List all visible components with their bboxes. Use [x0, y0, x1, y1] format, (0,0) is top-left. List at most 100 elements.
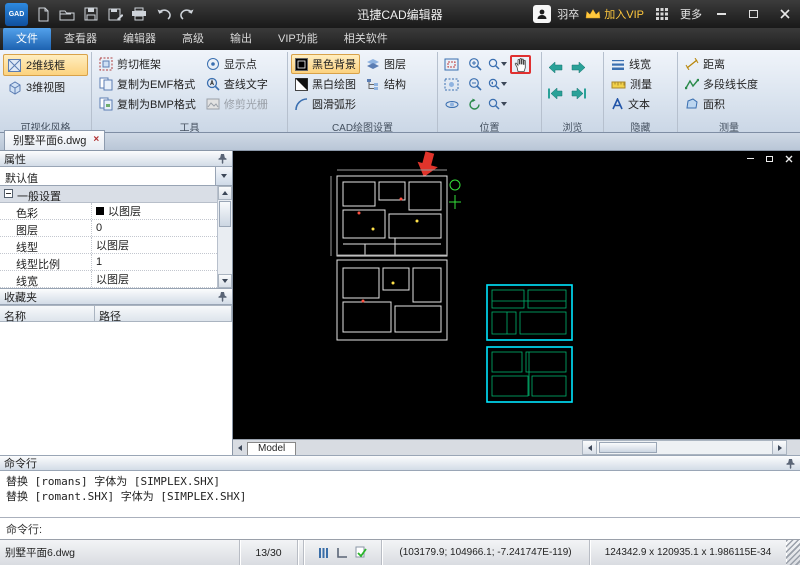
property-row-linetype-scale[interactable]: 线型比例 1: [0, 254, 217, 271]
save-button[interactable]: [79, 3, 103, 25]
tab-file[interactable]: 文件: [3, 27, 51, 50]
tab-advanced[interactable]: 高级: [169, 27, 217, 50]
mdi-restore-button[interactable]: [762, 152, 777, 165]
zoom-in-button[interactable]: [464, 55, 485, 74]
save-as-button[interactable]: [103, 3, 127, 25]
tab-related-software[interactable]: 相关软件: [331, 27, 401, 50]
collapse-icon[interactable]: [4, 189, 13, 198]
polyline-length-button[interactable]: 多段线长度: [681, 74, 777, 94]
tab-scroll-left-icon[interactable]: [233, 440, 247, 455]
black-background-button[interactable]: 黑色背景: [291, 54, 360, 74]
tab-output[interactable]: 输出: [217, 27, 265, 50]
apps-grid-button[interactable]: [650, 3, 674, 25]
property-group-row[interactable]: 一般设置: [0, 186, 217, 203]
pin-icon[interactable]: [785, 458, 796, 469]
pin-icon[interactable]: [217, 291, 228, 302]
smooth-arc-button[interactable]: 圆滑弧形: [291, 94, 360, 114]
scroll-down-button[interactable]: [218, 274, 232, 288]
layers-button[interactable]: 图层: [362, 54, 410, 74]
2d-wireframe-button[interactable]: 2维线框: [3, 54, 88, 76]
username-label[interactable]: 羽卒: [557, 6, 579, 22]
dropdown-button[interactable]: [215, 167, 232, 185]
zoom-window-button[interactable]: [441, 55, 462, 74]
zoom-out-button[interactable]: [464, 75, 485, 94]
trim-raster-button[interactable]: 修剪光栅: [202, 94, 272, 114]
tab-editor[interactable]: 编辑器: [110, 27, 169, 50]
ortho-icon[interactable]: [336, 547, 348, 559]
regen-button[interactable]: [464, 95, 485, 114]
scroll-right-button[interactable]: [772, 440, 787, 455]
join-vip-button[interactable]: 加入VIP: [585, 6, 644, 22]
scroll-left-button[interactable]: [582, 440, 597, 455]
zoom-previous-icon: [488, 78, 500, 90]
property-grid: 一般设置 色彩 以图层 图层 0 线型 以图层 线型比例 1 线宽 以图层: [0, 186, 232, 289]
line-width-button[interactable]: 线宽: [607, 54, 674, 74]
bw-drawing-label: 黑白绘图: [312, 79, 356, 91]
next-view-button[interactable]: [568, 58, 589, 77]
zoom-extents-button[interactable]: [441, 75, 462, 94]
snap-bars-icon[interactable]: [318, 547, 329, 559]
scroll-up-button[interactable]: [218, 186, 232, 200]
favorites-col-name[interactable]: 名称: [0, 305, 95, 323]
minimize-button[interactable]: [708, 3, 734, 25]
view-3d-orbit-button[interactable]: [441, 95, 462, 114]
clip-frame-button[interactable]: 剪切框架: [95, 54, 200, 74]
undo-button[interactable]: [151, 3, 175, 25]
open-file-button[interactable]: [55, 3, 79, 25]
mdi-minimize-button[interactable]: [743, 152, 758, 165]
more-button[interactable]: 更多: [680, 6, 702, 22]
text-toggle-button[interactable]: 文本: [607, 94, 674, 114]
pin-icon[interactable]: [217, 153, 228, 164]
document-tab[interactable]: 别墅平面6.dwg ×: [4, 130, 106, 150]
line-width-icon: [612, 59, 624, 70]
regen-check-icon[interactable]: [355, 546, 367, 559]
copy-emf-button[interactable]: 复制为EMF格式: [95, 74, 200, 94]
horizontal-scrollbar[interactable]: [582, 440, 787, 455]
resize-grip[interactable]: [786, 540, 800, 565]
measure-toggle-button[interactable]: 测量: [607, 74, 674, 94]
pan-button[interactable]: [510, 54, 531, 74]
property-selector-dropdown[interactable]: 默认值: [0, 167, 232, 186]
copy-bmp-button[interactable]: 复制为BMP格式: [95, 94, 200, 114]
maximize-button[interactable]: [740, 3, 766, 25]
bw-drawing-button[interactable]: 黑白绘图: [291, 74, 360, 94]
close-icon: [785, 155, 792, 162]
zoom-previous-button[interactable]: [487, 75, 508, 94]
find-text-button[interactable]: 查线文字: [202, 74, 272, 94]
user-avatar[interactable]: [533, 5, 552, 23]
zoom-scale-button[interactable]: [487, 95, 508, 114]
show-points-button[interactable]: 显示点: [202, 54, 272, 74]
orbit-icon: [445, 100, 458, 108]
property-row-color[interactable]: 色彩 以图层: [0, 203, 217, 220]
tab-viewer[interactable]: 查看器: [51, 27, 110, 50]
favorites-col-path[interactable]: 路径: [95, 305, 232, 323]
3d-view-button[interactable]: 3维视图: [3, 76, 88, 98]
command-input[interactable]: [48, 518, 800, 539]
print-button[interactable]: [127, 3, 151, 25]
tab-vip-features[interactable]: VIP功能: [265, 27, 331, 50]
property-row-linetype[interactable]: 线型 以图层: [0, 237, 217, 254]
previous-view-button[interactable]: [545, 58, 566, 77]
zoom-options-button[interactable]: [487, 55, 508, 74]
area-button[interactable]: 面积: [681, 94, 777, 114]
property-row-lineweight[interactable]: 线宽 以图层: [0, 271, 217, 288]
last-page-button[interactable]: [568, 84, 589, 103]
document-close-icon[interactable]: ×: [93, 135, 99, 145]
model-tab[interactable]: Model: [247, 442, 297, 455]
scrollbar-thumb[interactable]: [219, 201, 231, 227]
property-grid-scrollbar[interactable]: [217, 186, 232, 288]
drawing-canvas[interactable]: Model: [233, 151, 800, 455]
distance-button[interactable]: 距离: [681, 54, 777, 74]
redo-button[interactable]: [175, 3, 199, 25]
first-page-button[interactable]: [545, 84, 566, 103]
mdi-close-button[interactable]: [781, 152, 796, 165]
property-row-layer[interactable]: 图层 0: [0, 220, 217, 237]
scrollbar-thumb[interactable]: [599, 442, 657, 453]
command-history[interactable]: 替换 [romans] 字体为 [SIMPLEX.SHX] 替换 [romant…: [0, 471, 800, 517]
favorites-list[interactable]: [0, 322, 232, 455]
close-button[interactable]: [772, 3, 798, 25]
scrollbar-track[interactable]: [597, 440, 772, 455]
structure-button[interactable]: 结构: [362, 74, 410, 94]
cad-drawing[interactable]: [233, 151, 800, 439]
new-file-button[interactable]: [31, 3, 55, 25]
